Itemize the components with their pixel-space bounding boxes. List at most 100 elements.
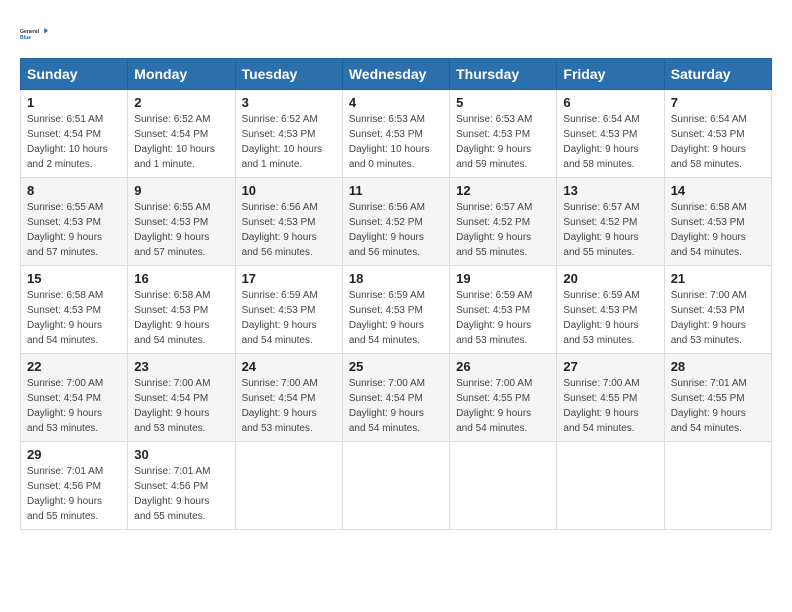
day-cell: 16 Sunrise: 6:58 AM Sunset: 4:53 PM Dayl… <box>128 266 235 354</box>
day-number: 8 <box>27 183 121 198</box>
day-cell: 27 Sunrise: 7:00 AM Sunset: 4:55 PM Dayl… <box>557 354 664 442</box>
day-number: 26 <box>456 359 550 374</box>
day-number: 5 <box>456 95 550 110</box>
day-cell: 8 Sunrise: 6:55 AM Sunset: 4:53 PM Dayli… <box>21 178 128 266</box>
day-cell <box>557 442 664 530</box>
day-cell <box>342 442 449 530</box>
day-cell <box>664 442 771 530</box>
day-cell: 17 Sunrise: 6:59 AM Sunset: 4:53 PM Dayl… <box>235 266 342 354</box>
day-info: Sunrise: 6:58 AM Sunset: 4:53 PM Dayligh… <box>134 288 228 348</box>
day-number: 22 <box>27 359 121 374</box>
day-cell: 11 Sunrise: 6:56 AM Sunset: 4:52 PM Dayl… <box>342 178 449 266</box>
day-number: 15 <box>27 271 121 286</box>
header-row: SundayMondayTuesdayWednesdayThursdayFrid… <box>21 59 772 90</box>
day-cell: 29 Sunrise: 7:01 AM Sunset: 4:56 PM Dayl… <box>21 442 128 530</box>
logo-icon: General Blue <box>20 20 48 48</box>
day-info: Sunrise: 6:51 AM Sunset: 4:54 PM Dayligh… <box>27 112 121 172</box>
day-number: 18 <box>349 271 443 286</box>
day-info: Sunrise: 7:00 AM Sunset: 4:54 PM Dayligh… <box>27 376 121 436</box>
day-number: 6 <box>563 95 657 110</box>
day-info: Sunrise: 6:57 AM Sunset: 4:52 PM Dayligh… <box>563 200 657 260</box>
day-info: Sunrise: 6:54 AM Sunset: 4:53 PM Dayligh… <box>671 112 765 172</box>
day-number: 9 <box>134 183 228 198</box>
day-number: 12 <box>456 183 550 198</box>
header-cell-saturday: Saturday <box>664 59 771 90</box>
day-info: Sunrise: 6:52 AM Sunset: 4:54 PM Dayligh… <box>134 112 228 172</box>
header-cell-monday: Monday <box>128 59 235 90</box>
day-cell: 2 Sunrise: 6:52 AM Sunset: 4:54 PM Dayli… <box>128 90 235 178</box>
day-number: 1 <box>27 95 121 110</box>
day-number: 7 <box>671 95 765 110</box>
header: General Blue <box>20 20 772 48</box>
day-info: Sunrise: 6:59 AM Sunset: 4:53 PM Dayligh… <box>456 288 550 348</box>
day-number: 23 <box>134 359 228 374</box>
day-cell: 9 Sunrise: 6:55 AM Sunset: 4:53 PM Dayli… <box>128 178 235 266</box>
day-info: Sunrise: 6:53 AM Sunset: 4:53 PM Dayligh… <box>456 112 550 172</box>
header-cell-thursday: Thursday <box>450 59 557 90</box>
day-info: Sunrise: 6:53 AM Sunset: 4:53 PM Dayligh… <box>349 112 443 172</box>
header-cell-friday: Friday <box>557 59 664 90</box>
day-cell: 7 Sunrise: 6:54 AM Sunset: 4:53 PM Dayli… <box>664 90 771 178</box>
day-number: 28 <box>671 359 765 374</box>
calendar-table: SundayMondayTuesdayWednesdayThursdayFrid… <box>20 58 772 530</box>
day-info: Sunrise: 6:54 AM Sunset: 4:53 PM Dayligh… <box>563 112 657 172</box>
day-cell: 1 Sunrise: 6:51 AM Sunset: 4:54 PM Dayli… <box>21 90 128 178</box>
day-number: 24 <box>242 359 336 374</box>
day-cell: 5 Sunrise: 6:53 AM Sunset: 4:53 PM Dayli… <box>450 90 557 178</box>
svg-text:General: General <box>20 29 40 35</box>
day-cell: 4 Sunrise: 6:53 AM Sunset: 4:53 PM Dayli… <box>342 90 449 178</box>
day-cell: 13 Sunrise: 6:57 AM Sunset: 4:52 PM Dayl… <box>557 178 664 266</box>
day-cell: 28 Sunrise: 7:01 AM Sunset: 4:55 PM Dayl… <box>664 354 771 442</box>
logo: General Blue <box>20 20 48 48</box>
day-info: Sunrise: 7:00 AM Sunset: 4:54 PM Dayligh… <box>134 376 228 436</box>
day-cell: 21 Sunrise: 7:00 AM Sunset: 4:53 PM Dayl… <box>664 266 771 354</box>
day-cell: 3 Sunrise: 6:52 AM Sunset: 4:53 PM Dayli… <box>235 90 342 178</box>
day-info: Sunrise: 6:52 AM Sunset: 4:53 PM Dayligh… <box>242 112 336 172</box>
day-info: Sunrise: 6:58 AM Sunset: 4:53 PM Dayligh… <box>27 288 121 348</box>
day-info: Sunrise: 6:59 AM Sunset: 4:53 PM Dayligh… <box>242 288 336 348</box>
day-cell: 30 Sunrise: 7:01 AM Sunset: 4:56 PM Dayl… <box>128 442 235 530</box>
week-row-5: 29 Sunrise: 7:01 AM Sunset: 4:56 PM Dayl… <box>21 442 772 530</box>
day-number: 16 <box>134 271 228 286</box>
day-cell: 20 Sunrise: 6:59 AM Sunset: 4:53 PM Dayl… <box>557 266 664 354</box>
day-cell: 15 Sunrise: 6:58 AM Sunset: 4:53 PM Dayl… <box>21 266 128 354</box>
day-info: Sunrise: 7:00 AM Sunset: 4:53 PM Dayligh… <box>671 288 765 348</box>
day-info: Sunrise: 6:59 AM Sunset: 4:53 PM Dayligh… <box>349 288 443 348</box>
day-number: 10 <box>242 183 336 198</box>
day-info: Sunrise: 6:56 AM Sunset: 4:52 PM Dayligh… <box>349 200 443 260</box>
week-row-3: 15 Sunrise: 6:58 AM Sunset: 4:53 PM Dayl… <box>21 266 772 354</box>
day-number: 20 <box>563 271 657 286</box>
day-number: 27 <box>563 359 657 374</box>
day-info: Sunrise: 6:57 AM Sunset: 4:52 PM Dayligh… <box>456 200 550 260</box>
svg-text:Blue: Blue <box>20 35 31 41</box>
day-number: 14 <box>671 183 765 198</box>
day-cell <box>235 442 342 530</box>
day-cell: 12 Sunrise: 6:57 AM Sunset: 4:52 PM Dayl… <box>450 178 557 266</box>
day-cell: 6 Sunrise: 6:54 AM Sunset: 4:53 PM Dayli… <box>557 90 664 178</box>
day-number: 4 <box>349 95 443 110</box>
day-info: Sunrise: 6:55 AM Sunset: 4:53 PM Dayligh… <box>134 200 228 260</box>
day-info: Sunrise: 7:00 AM Sunset: 4:55 PM Dayligh… <box>456 376 550 436</box>
day-info: Sunrise: 6:56 AM Sunset: 4:53 PM Dayligh… <box>242 200 336 260</box>
day-number: 19 <box>456 271 550 286</box>
day-cell: 25 Sunrise: 7:00 AM Sunset: 4:54 PM Dayl… <box>342 354 449 442</box>
header-cell-tuesday: Tuesday <box>235 59 342 90</box>
day-info: Sunrise: 6:59 AM Sunset: 4:53 PM Dayligh… <box>563 288 657 348</box>
day-cell: 19 Sunrise: 6:59 AM Sunset: 4:53 PM Dayl… <box>450 266 557 354</box>
day-cell: 24 Sunrise: 7:00 AM Sunset: 4:54 PM Dayl… <box>235 354 342 442</box>
day-cell: 14 Sunrise: 6:58 AM Sunset: 4:53 PM Dayl… <box>664 178 771 266</box>
day-cell: 23 Sunrise: 7:00 AM Sunset: 4:54 PM Dayl… <box>128 354 235 442</box>
day-number: 3 <box>242 95 336 110</box>
week-row-4: 22 Sunrise: 7:00 AM Sunset: 4:54 PM Dayl… <box>21 354 772 442</box>
day-number: 17 <box>242 271 336 286</box>
week-row-2: 8 Sunrise: 6:55 AM Sunset: 4:53 PM Dayli… <box>21 178 772 266</box>
day-cell: 26 Sunrise: 7:00 AM Sunset: 4:55 PM Dayl… <box>450 354 557 442</box>
day-info: Sunrise: 7:01 AM Sunset: 4:56 PM Dayligh… <box>134 464 228 524</box>
header-cell-wednesday: Wednesday <box>342 59 449 90</box>
day-number: 30 <box>134 447 228 462</box>
day-number: 29 <box>27 447 121 462</box>
day-cell: 22 Sunrise: 7:00 AM Sunset: 4:54 PM Dayl… <box>21 354 128 442</box>
day-info: Sunrise: 6:55 AM Sunset: 4:53 PM Dayligh… <box>27 200 121 260</box>
day-cell <box>450 442 557 530</box>
day-info: Sunrise: 7:00 AM Sunset: 4:55 PM Dayligh… <box>563 376 657 436</box>
